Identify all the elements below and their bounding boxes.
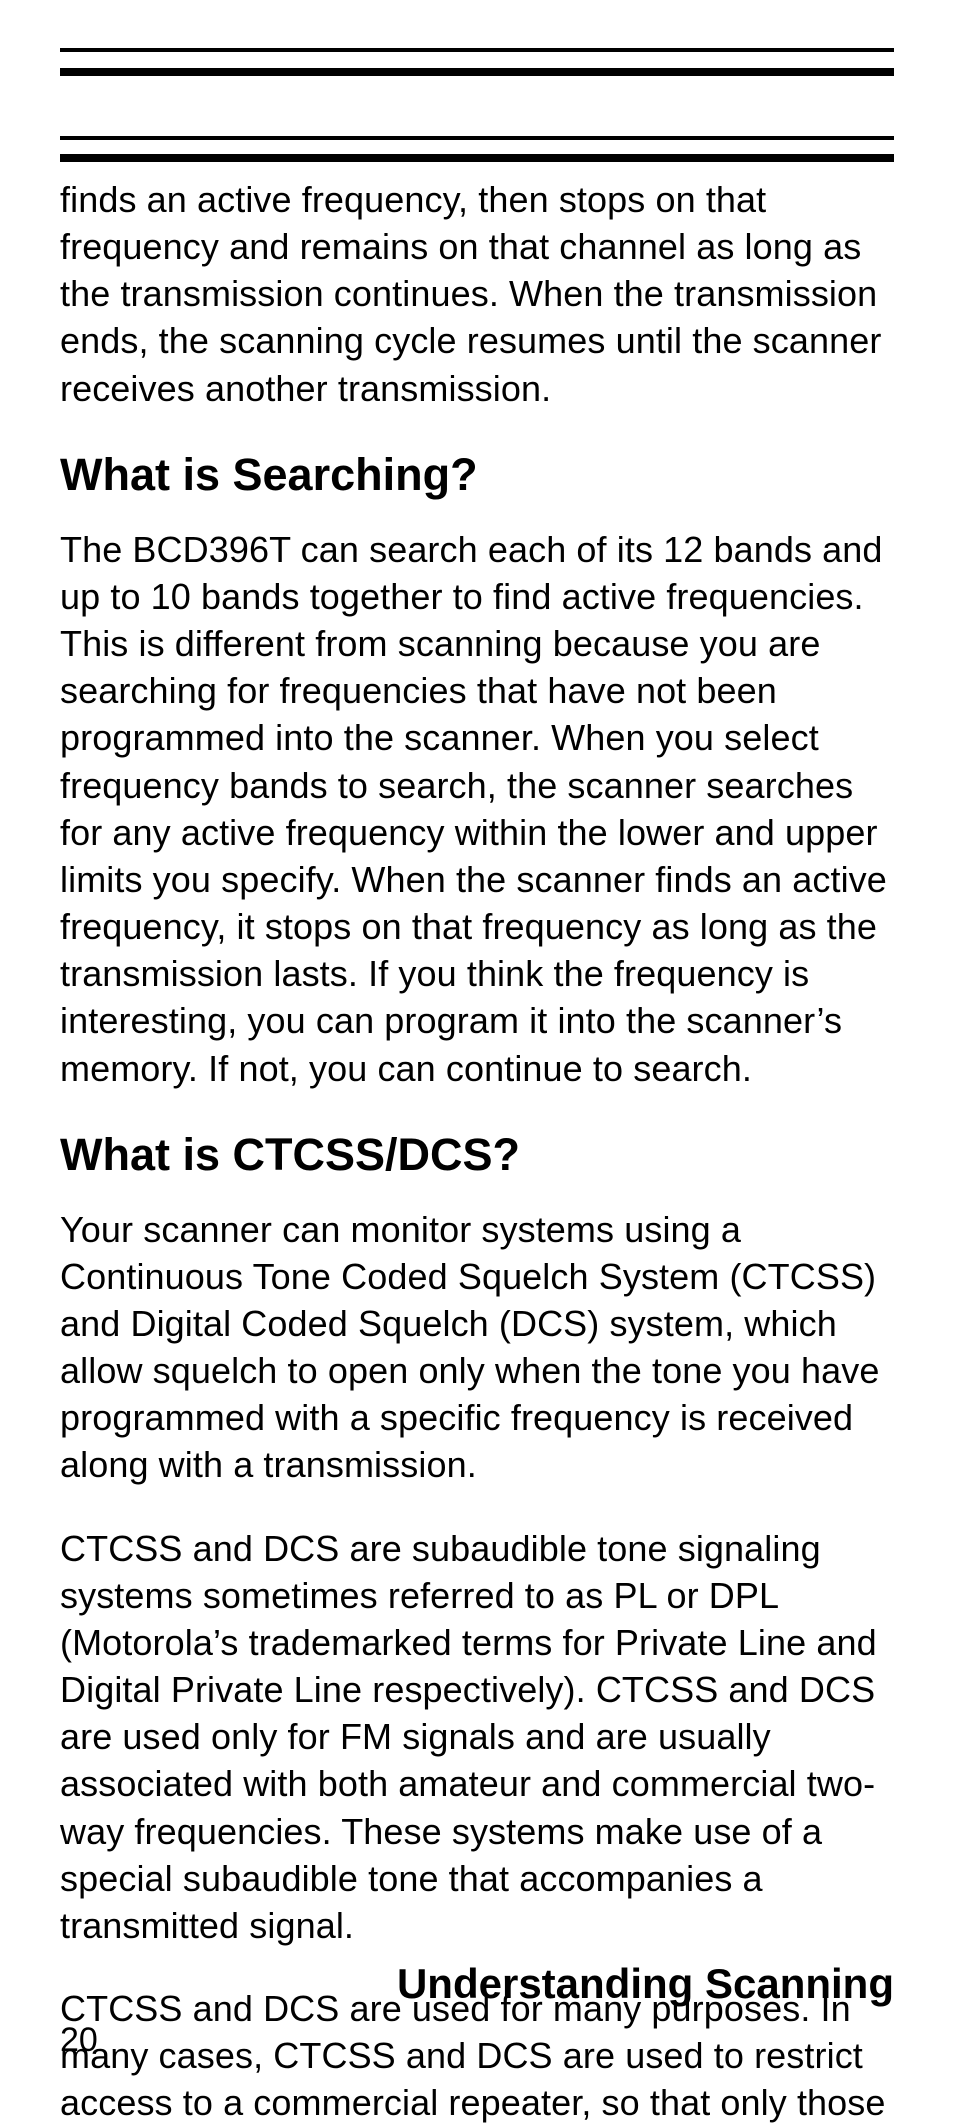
section-title: Understanding Scanning bbox=[397, 1960, 894, 2008]
paragraph-ctcss-2: CTCSS and DCS are subaudible tone signal… bbox=[60, 1525, 894, 1949]
intro-continued-paragraph: finds an active frequency, then stops on… bbox=[60, 176, 894, 412]
paragraph-ctcss-1: Your scanner can monitor systems using a… bbox=[60, 1206, 894, 1489]
heading-ctcss: What is CTCSS/DCS? bbox=[60, 1128, 894, 1182]
page-number: 20 bbox=[60, 2021, 98, 2060]
top-rule bbox=[60, 48, 894, 76]
document-page: finds an active frequency, then stops on… bbox=[0, 0, 954, 2084]
heading-searching: What is Searching? bbox=[60, 448, 894, 502]
paragraph-searching: The BCD396T can search each of its 12 ba… bbox=[60, 526, 894, 1092]
sub-rule bbox=[60, 136, 894, 162]
